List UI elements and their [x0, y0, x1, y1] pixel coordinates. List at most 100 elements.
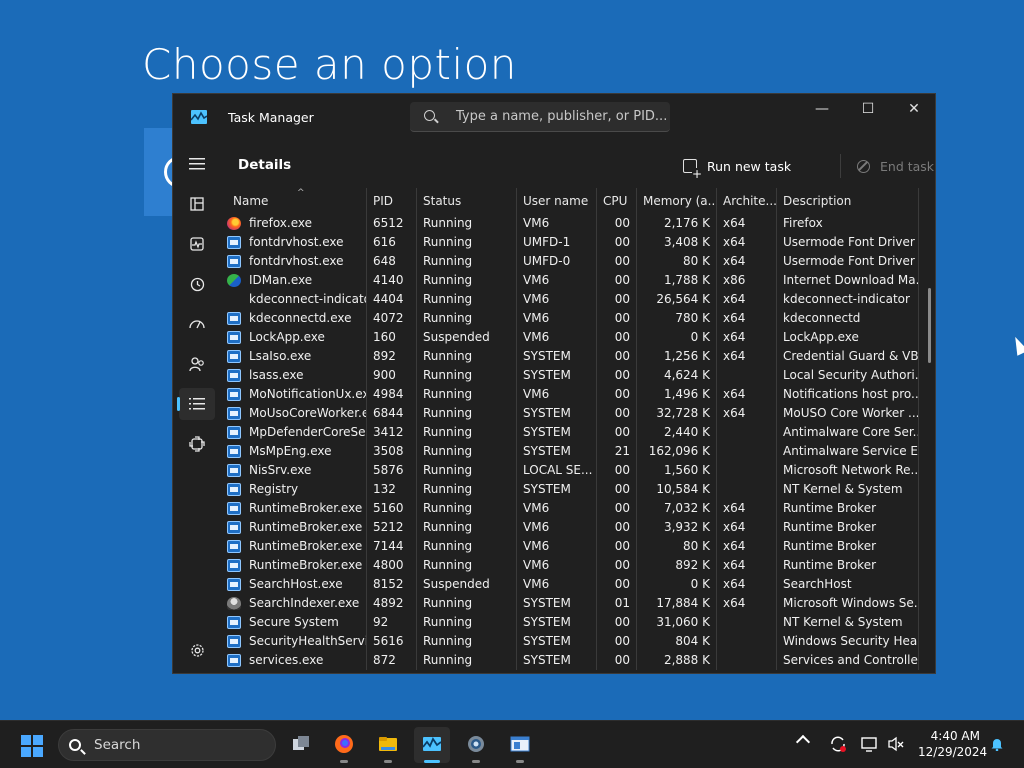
- cell-cpu: 00: [597, 290, 637, 309]
- cell-name: RuntimeBroker.exe: [227, 518, 367, 537]
- table-row[interactable]: RuntimeBroker.exe 7144 Running VM6 00 80 Kx64…: [221, 537, 921, 556]
- cell-status: Running: [417, 347, 517, 366]
- cell-user: SYSTEM: [517, 347, 597, 366]
- processes-icon[interactable]: [179, 188, 215, 220]
- app-window-icon: [227, 502, 241, 515]
- close-button[interactable]: ✕: [891, 94, 935, 124]
- taskbar-task-manager[interactable]: [414, 727, 450, 763]
- column-header-status[interactable]: Status: [417, 188, 517, 214]
- sync-icon[interactable]: [829, 735, 847, 753]
- app-window-icon: [227, 559, 241, 572]
- search-input[interactable]: Type a name, publisher, or PID...: [410, 102, 670, 132]
- cell-status: Running: [417, 651, 517, 670]
- cell-arch: [717, 632, 777, 651]
- system-clock[interactable]: 4:40 AM 12/29/2024: [918, 728, 987, 760]
- task-view-button[interactable]: [283, 727, 319, 763]
- column-header-name[interactable]: ^ Name: [227, 188, 367, 214]
- table-row[interactable]: RuntimeBroker.exe 5212 Running VM6 00 3,932 K…: [221, 518, 921, 537]
- table-row[interactable]: fontdrvhost.exe 648 Running UMFD-0 00 80 Kx64…: [221, 252, 921, 271]
- table-row[interactable]: SecurityHealthServic...5616RunningSYSTEM…: [221, 632, 921, 651]
- vertical-scrollbar[interactable]: [928, 288, 931, 363]
- table-row[interactable]: RuntimeBroker.exe 4800 Running VM6 00 892 Kx6…: [221, 556, 921, 575]
- column-header-description[interactable]: Description: [777, 188, 919, 214]
- app-window-icon: [227, 464, 241, 477]
- notification-bell-icon[interactable]: [990, 737, 1004, 751]
- column-header-pid[interactable]: PID: [367, 188, 417, 214]
- cell-desc: Notifications host pro...: [777, 385, 919, 404]
- cell-status: Running: [417, 423, 517, 442]
- table-row[interactable]: firefox.exe 6512 Running VM6 00 2,176 Kx64 Fir…: [221, 214, 921, 233]
- minimize-button[interactable]: —: [799, 94, 845, 124]
- cell-cpu: 00: [597, 385, 637, 404]
- cell-name: services.exe: [227, 651, 367, 670]
- table-row[interactable]: fontdrvhost.exe 616 Running UMFD-1 00 3,408 K…: [221, 233, 921, 252]
- taskbar-search-box[interactable]: Search: [58, 729, 276, 761]
- table-row[interactable]: MoNotificationUx.exe 4984 Running VM6 00 1,49…: [221, 385, 921, 404]
- title-bar[interactable]: Task Manager Type a name, publisher, or …: [173, 94, 935, 140]
- column-header-memory[interactable]: Memory (a...: [637, 188, 717, 214]
- cell-cpu: 00: [597, 575, 637, 594]
- cell-desc: Runtime Broker: [777, 499, 919, 518]
- cell-memory: 32,728 K: [637, 404, 717, 423]
- settings-gear-icon[interactable]: [179, 634, 215, 666]
- table-row[interactable]: SearchIndexer.exe 4892 Running SYSTEM 01 17,8…: [221, 594, 921, 613]
- table-row[interactable]: Registry 132 Running SYSTEM 00 10,584 K NT Ker…: [221, 480, 921, 499]
- network-icon[interactable]: [861, 735, 879, 753]
- table-row[interactable]: MoUsoCoreWorker.e...6844RunningSYSTEM003…: [221, 404, 921, 423]
- navigation-sidebar: [173, 140, 221, 673]
- cell-name: SecurityHealthServic...: [227, 632, 367, 651]
- cell-memory: 2,888 K: [637, 651, 717, 670]
- table-row[interactable]: services.exe 872 Running SYSTEM 00 2,888 K Ser…: [221, 651, 921, 670]
- cell-memory: 2,440 K: [637, 423, 717, 442]
- cell-name: SearchIndexer.exe: [227, 594, 367, 613]
- command-bar: Details Run new task End task •••: [221, 140, 935, 188]
- cell-name: kdeconnectd.exe: [227, 309, 367, 328]
- run-new-task-button[interactable]: Run new task: [683, 154, 791, 180]
- cell-desc: Antimalware Core Ser...: [777, 423, 919, 442]
- performance-icon[interactable]: [179, 228, 215, 260]
- app-history-icon[interactable]: [179, 268, 215, 300]
- cell-status: Running: [417, 385, 517, 404]
- users-icon[interactable]: [179, 348, 215, 380]
- table-row[interactable]: IDMan.exe 4140 Running VM6 00 1,788 Kx86 Inter…: [221, 271, 921, 290]
- taskbar-app-window[interactable]: [502, 727, 538, 763]
- column-header-architecture[interactable]: Archite...: [717, 188, 777, 214]
- volume-muted-icon[interactable]: [887, 735, 905, 753]
- details-icon[interactable]: [177, 388, 215, 420]
- table-row[interactable]: LsaIso.exe 892 Running SYSTEM 00 1,256 Kx64 Cr…: [221, 347, 921, 366]
- table-row[interactable]: RuntimeBroker.exe 5160 Running VM6 00 7,032 K…: [221, 499, 921, 518]
- column-header-cpu[interactable]: CPU: [597, 188, 637, 214]
- services-icon[interactable]: [179, 428, 215, 460]
- column-header-user-name[interactable]: User name: [517, 188, 597, 214]
- startup-apps-icon[interactable]: [179, 308, 215, 340]
- start-button[interactable]: [21, 735, 43, 757]
- cell-cpu: 00: [597, 556, 637, 575]
- table-row[interactable]: kdeconnectd.exe 4072 Running VM6 00 780 Kx64 k…: [221, 309, 921, 328]
- table-row[interactable]: LockApp.exe 160 Suspended VM6 00 0 Kx64 LockAp…: [221, 328, 921, 347]
- cell-user: VM6: [517, 556, 597, 575]
- app-window-icon: [227, 654, 241, 667]
- cell-name: fontdrvhost.exe: [227, 233, 367, 252]
- table-row[interactable]: MsMpEng.exe 3508 Running SYSTEM 21 162,096 K A…: [221, 442, 921, 461]
- table-row[interactable]: lsass.exe 900 Running SYSTEM 00 4,624 K Local …: [221, 366, 921, 385]
- hamburger-menu-icon[interactable]: [179, 148, 215, 180]
- cell-pid: 7144: [367, 537, 417, 556]
- cell-name: IDMan.exe: [227, 271, 367, 290]
- table-row[interactable]: NisSrv.exe 5876 Running LOCAL SE... 00 1,560 …: [221, 461, 921, 480]
- table-row[interactable]: Secure System 92 Running SYSTEM 00 31,060 K NT…: [221, 613, 921, 632]
- taskbar-file-explorer[interactable]: [370, 727, 406, 763]
- cell-memory: 7,032 K: [637, 499, 717, 518]
- app-window-icon: [510, 736, 530, 752]
- cell-desc: Local Security Authori...: [777, 366, 919, 385]
- taskbar-settings[interactable]: [458, 727, 494, 763]
- taskbar-firefox[interactable]: [326, 727, 362, 763]
- show-hidden-icons-chevron-icon[interactable]: [795, 734, 811, 750]
- end-task-button[interactable]: End task: [857, 154, 934, 178]
- table-row[interactable]: SearchHost.exe 8152 Suspended VM6 00 0 Kx64 Se…: [221, 575, 921, 594]
- table-row[interactable]: kdeconnect-indicato...4404RunningVM60026…: [221, 290, 921, 309]
- cell-pid: 616: [367, 233, 417, 252]
- table-row[interactable]: MpDefenderCoreSer...3412RunningSYSTEM002…: [221, 423, 921, 442]
- maximize-button[interactable]: ☐: [845, 94, 891, 124]
- taskbar-search-label: Search: [94, 737, 141, 753]
- cell-name: LsaIso.exe: [227, 347, 367, 366]
